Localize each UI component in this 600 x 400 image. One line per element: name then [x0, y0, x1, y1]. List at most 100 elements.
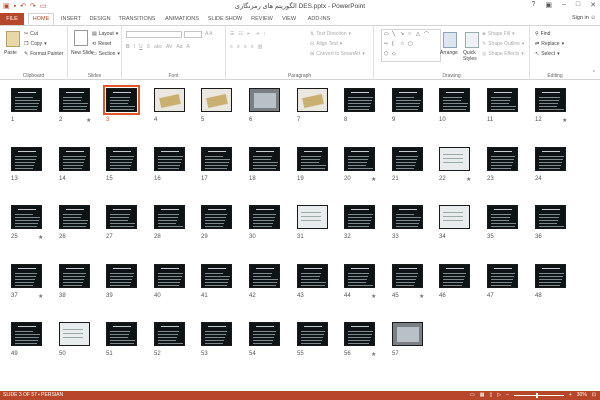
slideshow-view-icon[interactable]: ▷: [497, 391, 501, 400]
close-icon[interactable]: ✕: [590, 1, 596, 9]
new-slide-button[interactable]: New Slide: [71, 50, 94, 56]
slide-thumbnail[interactable]: [297, 264, 328, 288]
shape-fill-button[interactable]: ◈ Shape Fill ▾: [482, 31, 515, 37]
slide-thumbnail[interactable]: [11, 322, 42, 346]
shape-star-icon[interactable]: ☆: [400, 41, 404, 47]
slide-thumbnail[interactable]: [344, 322, 375, 346]
align-left-icon[interactable]: ≡: [230, 44, 233, 50]
increase-indent-icon[interactable]: ⇥: [255, 31, 259, 37]
paste-button[interactable]: Paste: [4, 50, 17, 56]
sign-in-link[interactable]: Sign in ☺: [572, 15, 596, 21]
slide-thumbnail[interactable]: [297, 88, 328, 112]
reading-view-icon[interactable]: ▯: [489, 391, 492, 400]
italic-icon[interactable]: I: [134, 44, 135, 50]
zoom-slider-thumb[interactable]: [535, 393, 538, 398]
shape-line-icon[interactable]: ╲: [392, 31, 395, 37]
underline-icon[interactable]: U: [139, 44, 143, 50]
transition-star-icon[interactable]: ★: [371, 351, 376, 358]
slide-sorter-view-icon[interactable]: ▦: [480, 391, 485, 400]
tab-transitions[interactable]: TRANSITIONS: [117, 14, 157, 25]
slide-thumbnail[interactable]: [535, 264, 566, 288]
char-spacing-icon[interactable]: AV: [166, 44, 172, 50]
strikethrough-icon[interactable]: abc: [154, 44, 162, 50]
slide-thumbnail[interactable]: [392, 205, 423, 229]
quick-styles-button[interactable]: Quick Styles: [463, 50, 483, 62]
shapes-gallery[interactable]: ▭ ╲ ↘ ○ △ ⌒ ⇨ { ☆ ▢ ⬠ ◇: [381, 29, 441, 62]
transition-star-icon[interactable]: ★: [419, 293, 424, 300]
slide-thumbnail[interactable]: [59, 264, 90, 288]
slide-thumbnail[interactable]: [59, 88, 90, 112]
zoom-level[interactable]: 30%: [577, 391, 587, 400]
maximize-icon[interactable]: □: [576, 1, 580, 9]
zoom-in-icon[interactable]: +: [569, 391, 572, 400]
shape-curve-icon[interactable]: ⌒: [424, 31, 429, 38]
shape-pentagon-icon[interactable]: ⬠: [384, 51, 388, 57]
slide-thumbnail[interactable]: [392, 88, 423, 112]
language-indicator[interactable]: ▪ PERSIAN: [38, 391, 63, 400]
columns-icon[interactable]: ▥: [258, 44, 263, 50]
copy-button[interactable]: ❐ Copy ▾: [24, 41, 47, 47]
font-grow-icon[interactable]: A A: [205, 31, 213, 37]
slide-thumbnail[interactable]: [154, 264, 185, 288]
quick-styles-icon[interactable]: [465, 32, 479, 48]
transition-star-icon[interactable]: ★: [466, 176, 471, 183]
slide-thumbnail[interactable]: [249, 147, 280, 171]
section-button[interactable]: ▭ Section ▾: [92, 51, 120, 57]
normal-view-icon[interactable]: ▭: [470, 391, 475, 400]
arrange-button[interactable]: Arrange: [440, 50, 458, 56]
slide-thumbnail[interactable]: [201, 205, 232, 229]
slide-thumbnail[interactable]: [344, 147, 375, 171]
tab-animations[interactable]: ANIMATIONS: [163, 14, 201, 25]
font-name-box[interactable]: [126, 31, 182, 38]
slide-thumbnail[interactable]: [106, 322, 137, 346]
slide-thumbnail[interactable]: [439, 205, 470, 229]
ribbon-display-icon[interactable]: ▣: [545, 1, 552, 9]
slide-thumbnail[interactable]: [106, 205, 137, 229]
cut-button[interactable]: ✂ Cut: [24, 31, 38, 37]
slide-thumbnail[interactable]: [59, 322, 90, 346]
numbering-icon[interactable]: ☷: [238, 31, 242, 37]
font-size-box[interactable]: [184, 31, 202, 38]
bold-icon[interactable]: B: [126, 44, 130, 50]
slide-thumbnail[interactable]: [487, 147, 518, 171]
slide-thumbnail[interactable]: [201, 88, 232, 112]
transition-star-icon[interactable]: ★: [38, 293, 43, 300]
shadow-icon[interactable]: S: [147, 44, 150, 50]
convert-smartart-button[interactable]: ⊞ Convert to SmartArt ▾: [310, 51, 365, 57]
slide-thumbnail[interactable]: [103, 85, 140, 115]
tab-add-ins[interactable]: ADD-INS: [304, 14, 334, 25]
slide-thumbnail[interactable]: [11, 88, 42, 112]
slide-thumbnail[interactable]: [344, 205, 375, 229]
slide-thumbnail[interactable]: [154, 147, 185, 171]
slide-thumbnail[interactable]: [11, 264, 42, 288]
shape-triangle-icon[interactable]: △: [416, 31, 420, 37]
shape-rounded-icon[interactable]: ▢: [408, 41, 413, 47]
slide-thumbnail[interactable]: [487, 264, 518, 288]
tab-review[interactable]: REVIEW: [249, 14, 275, 25]
tab-home[interactable]: HOME: [28, 13, 54, 25]
change-case-icon[interactable]: Aa: [176, 44, 182, 50]
slide-thumbnail[interactable]: [59, 147, 90, 171]
select-button[interactable]: ↖ Select ▾: [535, 51, 560, 57]
slide-thumbnail[interactable]: [297, 322, 328, 346]
transition-star-icon[interactable]: ★: [38, 234, 43, 241]
slide-thumbnail[interactable]: [249, 264, 280, 288]
slide-thumbnail[interactable]: [439, 88, 470, 112]
slide-thumbnail[interactable]: [249, 205, 280, 229]
slide-thumbnail[interactable]: [392, 264, 423, 288]
slide-thumbnail[interactable]: [535, 147, 566, 171]
text-direction-button[interactable]: ⇅ Text Direction ▾: [310, 31, 351, 37]
slide-thumbnail[interactable]: [59, 205, 90, 229]
slide-thumbnail[interactable]: [487, 205, 518, 229]
paste-icon[interactable]: [6, 31, 20, 47]
shape-diamond-icon[interactable]: ◇: [392, 51, 396, 57]
shape-effects-button[interactable]: ◎ Shape Effects ▾: [482, 51, 524, 57]
tab-file[interactable]: FILE: [0, 13, 24, 25]
line-spacing-icon[interactable]: ↕: [263, 31, 266, 37]
slide-thumbnail[interactable]: [297, 205, 328, 229]
slide-thumbnail[interactable]: [201, 264, 232, 288]
slide-thumbnail[interactable]: [392, 147, 423, 171]
slide-thumbnail[interactable]: [106, 147, 137, 171]
minimize-icon[interactable]: –: [562, 1, 566, 9]
align-text-button[interactable]: ⊟ Align Text ▾: [310, 41, 342, 47]
